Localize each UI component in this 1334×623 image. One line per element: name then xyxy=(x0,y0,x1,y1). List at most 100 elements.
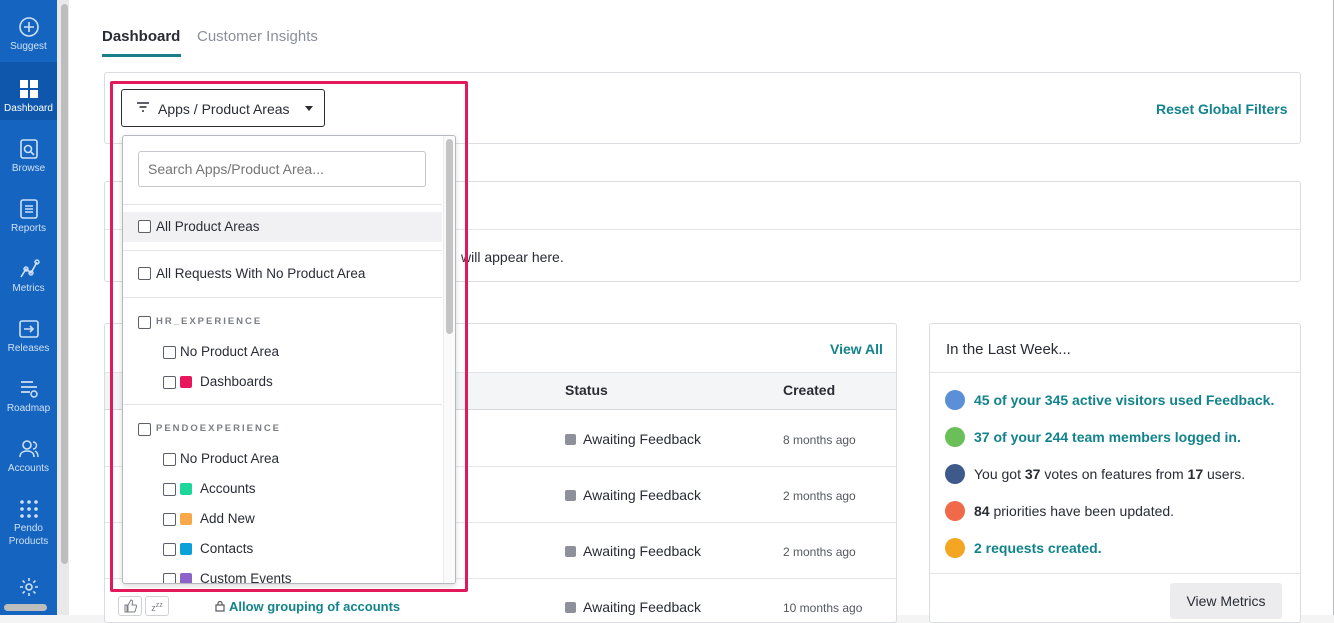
option-label: Dashboards xyxy=(200,374,273,389)
team-avatar-icon xyxy=(945,427,965,447)
color-swatch xyxy=(180,543,192,555)
search-product-area-input[interactable] xyxy=(138,151,426,187)
insight-team-text[interactable]: 37 of your 244 team members logged in. xyxy=(974,429,1241,445)
nav-reports[interactable]: Reports xyxy=(0,182,57,240)
option-pendo-no-product-area[interactable]: No Product Area xyxy=(123,444,442,474)
dropdown-scrollbar-thumb[interactable] xyxy=(446,139,453,334)
sidebar-scrollbar-thumb[interactable] xyxy=(61,4,68,564)
checkbox[interactable] xyxy=(163,513,176,526)
option-no-product-area-requests[interactable]: All Requests With No Product Area xyxy=(123,259,442,289)
sidebar: Suggest Dashboard Browse Reports Metrics… xyxy=(0,0,57,615)
nav-roadmap[interactable]: Roadmap xyxy=(0,362,57,420)
checkbox[interactable] xyxy=(163,453,176,466)
option-label: Contacts xyxy=(200,541,254,556)
option-pendo-contacts[interactable]: Contacts xyxy=(123,534,442,564)
nav-releases[interactable]: Releases xyxy=(0,302,57,360)
tab-customer-insights[interactable]: Customer Insights xyxy=(197,28,318,45)
row-status: Awaiting Feedback xyxy=(565,599,701,615)
status-square-icon xyxy=(565,546,576,557)
option-label: Add New xyxy=(200,511,255,526)
thumbs-up-icon xyxy=(124,599,137,613)
group-pendoexperience[interactable]: PENDOEXPERIENCE xyxy=(123,414,442,444)
browse-icon xyxy=(19,139,38,159)
checkbox[interactable] xyxy=(163,483,176,496)
checkbox[interactable] xyxy=(138,267,151,280)
checkbox[interactable] xyxy=(163,346,176,359)
option-pendo-accounts[interactable]: Accounts xyxy=(123,474,442,504)
thumbs-up-badge-icon xyxy=(945,464,965,484)
upvote-button[interactable] xyxy=(118,596,142,616)
snooze-icon: zzz xyxy=(151,602,163,613)
option-label: All Product Areas xyxy=(156,219,260,234)
row-created: 8 months ago xyxy=(783,433,856,447)
color-swatch xyxy=(180,513,192,525)
nav-metrics-label: Metrics xyxy=(12,283,45,294)
row-created: 10 months ago xyxy=(783,601,863,615)
request-title-link[interactable]: Allow grouping of accounts xyxy=(229,599,400,614)
option-label: Accounts xyxy=(200,481,256,496)
option-pendo-add-new[interactable]: Add New xyxy=(123,504,442,534)
empty-state-text: will appear here. xyxy=(461,249,564,265)
color-swatch xyxy=(180,376,192,388)
reset-global-filters-link[interactable]: Reset Global Filters xyxy=(1156,101,1287,117)
insight-visitors-text[interactable]: 45 of your 345 active visitors used Feed… xyxy=(974,392,1274,408)
lock-icon xyxy=(215,600,225,612)
option-all-product-areas[interactable]: All Product Areas xyxy=(123,212,442,242)
option-hr-no-product-area[interactable]: No Product Area xyxy=(123,337,442,367)
insight-votes-text: You got 37 votes on features from 17 use… xyxy=(974,466,1246,482)
row-status: Awaiting Feedback xyxy=(565,543,701,559)
nav-browse-label: Browse xyxy=(11,163,46,174)
row-created: 2 months ago xyxy=(783,545,856,559)
row-status: Awaiting Feedback xyxy=(565,487,701,503)
view-metrics-button[interactable]: View Metrics xyxy=(1170,583,1282,619)
divider xyxy=(123,250,442,251)
checkbox[interactable] xyxy=(163,376,176,389)
option-hr-dashboards[interactable]: Dashboards xyxy=(123,367,442,397)
roadmap-icon xyxy=(20,381,38,398)
nav-metrics[interactable]: Metrics xyxy=(0,242,57,300)
apps-product-areas-filter-button[interactable]: Apps / Product Areas xyxy=(121,89,325,127)
active-tab-indicator xyxy=(102,54,181,57)
checkbox[interactable] xyxy=(138,220,151,233)
horizontal-scrollbar[interactable] xyxy=(4,604,47,611)
checkbox[interactable] xyxy=(138,423,151,436)
status-square-icon xyxy=(565,602,576,613)
nav-reports-label: Reports xyxy=(10,223,46,234)
apps-dots-icon xyxy=(19,500,38,518)
nav-browse[interactable]: Browse xyxy=(0,122,57,180)
metrics-icon xyxy=(19,259,40,278)
column-header-status: Status xyxy=(565,382,608,398)
group-label: HR_EXPERIENCE xyxy=(156,316,263,327)
option-label: No Product Area xyxy=(180,451,280,466)
row-status: Awaiting Feedback xyxy=(565,431,701,447)
status-square-icon xyxy=(565,490,576,501)
request-badge-icon xyxy=(945,538,965,558)
color-swatch xyxy=(180,483,192,495)
option-label: No Product Area xyxy=(180,344,280,359)
visitor-avatar-icon xyxy=(945,390,965,410)
tab-dashboard[interactable]: Dashboard xyxy=(102,28,180,45)
group-hr-experience[interactable]: HR_EXPERIENCE xyxy=(123,307,442,337)
users-icon xyxy=(18,440,39,458)
releases-icon xyxy=(18,320,39,338)
snooze-button[interactable]: zzz xyxy=(145,596,169,616)
checkbox[interactable] xyxy=(163,573,176,583)
nav-dashboard[interactable]: Dashboard xyxy=(0,62,57,120)
nav-releases-label: Releases xyxy=(7,343,50,354)
plus-circle-icon xyxy=(18,17,39,37)
column-header-created: Created xyxy=(783,382,836,398)
checkbox[interactable] xyxy=(163,543,176,556)
view-all-link[interactable]: View All xyxy=(830,341,883,357)
nav-accounts[interactable]: Accounts xyxy=(0,422,57,480)
nav-roadmap-label: Roadmap xyxy=(6,403,51,414)
insight-requests-text[interactable]: 2 requests created. xyxy=(974,540,1102,556)
status-square-icon xyxy=(565,434,576,445)
insight-priorities-text: 84 priorities have been updated. xyxy=(974,503,1175,519)
last-week-title: In the Last Week... xyxy=(946,341,1071,358)
checkbox[interactable] xyxy=(138,316,151,329)
divider xyxy=(123,204,442,205)
option-pendo-custom-events[interactable]: Custom Events xyxy=(123,564,442,583)
list-icon xyxy=(19,199,38,219)
nav-suggest[interactable]: Suggest xyxy=(0,0,57,58)
nav-pendo-products[interactable]: Pendo Products xyxy=(0,482,57,556)
